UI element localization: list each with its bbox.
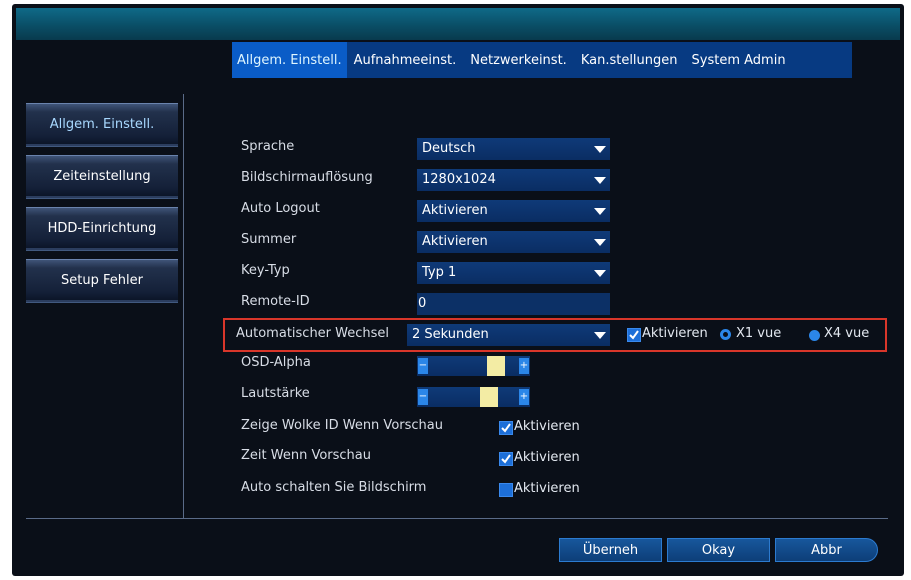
zeit-vorschau-checkbox[interactable] [499, 452, 513, 466]
key-typ-select[interactable]: Typ 1 [417, 262, 610, 284]
vertical-divider [183, 94, 184, 518]
auto-wechsel-select[interactable]: 2 Sekunden [407, 324, 610, 346]
summer-select[interactable]: Aktivieren [417, 231, 610, 253]
zeit-vorschau-label: Zeit Wenn Vorschau [241, 448, 371, 463]
chevron-down-icon [594, 208, 606, 215]
sprache-value: Deutsch [422, 141, 476, 156]
summer-label: Summer [241, 232, 297, 247]
chevron-down-icon [594, 146, 606, 153]
tab-bar: Allgem. Einstell. Aufnahmeeinst. Netzwer… [232, 42, 852, 78]
zeit-vorschau-checkbox-label: Aktivieren [514, 450, 580, 465]
remote-id-input[interactable]: 0 [417, 293, 610, 315]
wolke-id-label: Zeige Wolke ID Wenn Vorschau [241, 418, 443, 433]
check-icon [629, 330, 639, 340]
sprache-label: Sprache [241, 139, 295, 154]
osd-alpha-slider[interactable]: − + [417, 356, 530, 376]
tab-system-admin[interactable]: System Admin [685, 42, 793, 78]
remote-id-label: Remote-ID [241, 294, 310, 309]
auto-logout-label: Auto Logout [241, 201, 320, 216]
auto-schalten-checkbox[interactable] [499, 483, 513, 497]
sidebar-item-allgem-einstell[interactable]: Allgem. Einstell. [26, 103, 178, 146]
okay-button[interactable]: Okay [667, 538, 770, 562]
apply-button[interactable]: Überneh [559, 538, 662, 562]
sprache-select[interactable]: Deutsch [417, 138, 610, 160]
chevron-down-icon [594, 332, 606, 339]
plus-icon[interactable]: + [519, 389, 529, 405]
check-icon [501, 423, 511, 433]
sidebar-item-zeiteinstellung[interactable]: Zeiteinstellung [26, 155, 178, 198]
aufloesung-select[interactable]: 1280x1024 [417, 169, 610, 191]
auto-wechsel-checkbox-label: Aktivieren [642, 326, 708, 341]
minus-icon[interactable]: − [418, 358, 428, 374]
auto-wechsel-checkbox[interactable] [627, 328, 641, 342]
sidebar-item-hdd-einrichtung[interactable]: HDD-Einrichtung [26, 207, 178, 250]
cancel-button[interactable]: Abbr [775, 538, 878, 562]
radio-x4-vue[interactable] [809, 330, 820, 341]
lautstaerke-knob[interactable] [480, 387, 498, 407]
horizontal-divider [26, 518, 888, 519]
key-typ-value: Typ 1 [422, 265, 457, 280]
auto-schalten-checkbox-label: Aktivieren [514, 481, 580, 496]
tab-netzwerkeinst[interactable]: Netzwerkeinst. [463, 42, 574, 78]
tab-kan-stellungen[interactable]: Kan.stellungen [574, 42, 685, 78]
sidebar: Allgem. Einstell. Zeiteinstellung HDD-Ei… [26, 103, 178, 311]
check-icon [501, 454, 511, 464]
auto-wechsel-value: 2 Sekunden [412, 327, 489, 342]
radio-x1-label: X1 vue [736, 326, 782, 341]
osd-alpha-label: OSD-Alpha [241, 355, 311, 370]
chevron-down-icon [594, 270, 606, 277]
auto-wechsel-label: Automatischer Wechsel [236, 326, 390, 341]
title-bar [16, 8, 900, 40]
tab-aufnahmeeinst[interactable]: Aufnahmeeinst. [347, 42, 464, 78]
plus-icon[interactable]: + [519, 358, 529, 374]
auto-logout-select[interactable]: Aktivieren [417, 200, 610, 222]
tab-allgem-einstell[interactable]: Allgem. Einstell. [232, 42, 347, 78]
wolke-id-checkbox-label: Aktivieren [514, 419, 580, 434]
key-typ-label: Key-Typ [241, 263, 290, 278]
auto-schalten-label: Auto schalten Sie Bildschirm [241, 480, 427, 495]
sidebar-item-setup-fehler[interactable]: Setup Fehler [26, 259, 178, 302]
lautstaerke-label: Lautstärke [241, 386, 310, 401]
osd-alpha-knob[interactable] [487, 356, 505, 376]
aufloesung-value: 1280x1024 [422, 172, 496, 187]
aufloesung-label: Bildschirmauflösung [241, 170, 373, 185]
chevron-down-icon [594, 239, 606, 246]
radio-x4-label: X4 vue [824, 326, 870, 341]
auto-logout-value: Aktivieren [422, 203, 488, 218]
minus-icon[interactable]: − [418, 389, 428, 405]
summer-value: Aktivieren [422, 234, 488, 249]
radio-x1-vue[interactable] [720, 329, 731, 340]
chevron-down-icon [594, 177, 606, 184]
lautstaerke-slider[interactable]: − + [417, 387, 530, 407]
wolke-id-checkbox[interactable] [499, 421, 513, 435]
